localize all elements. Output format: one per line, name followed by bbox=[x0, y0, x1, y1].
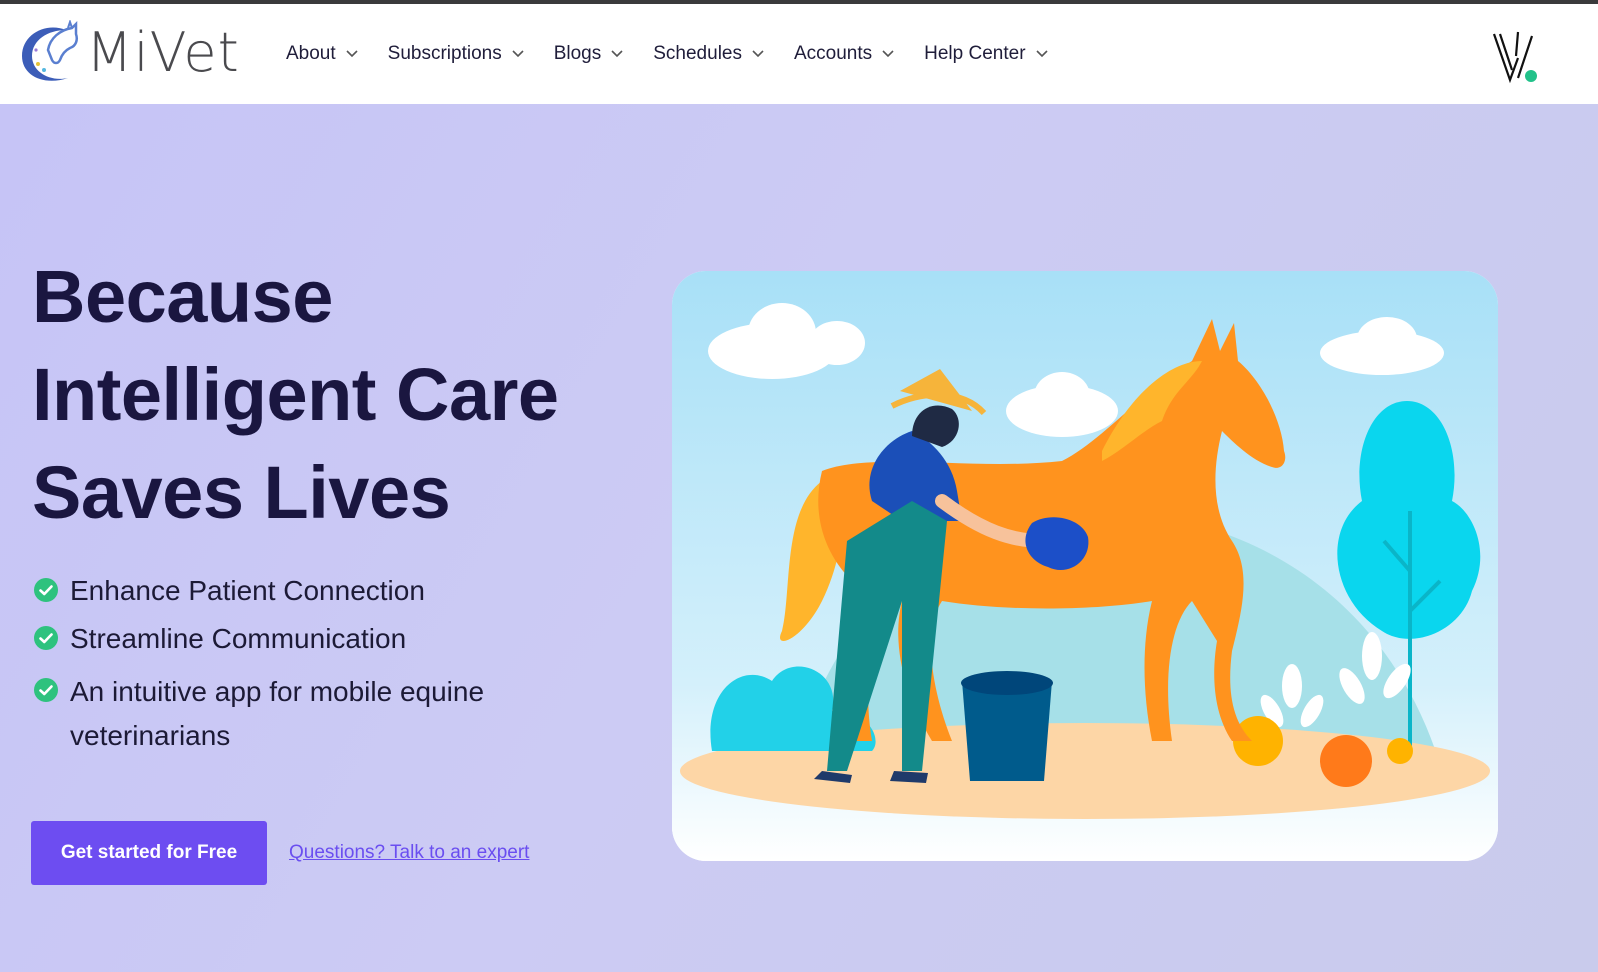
chevron-down-icon bbox=[882, 50, 894, 58]
feature-text: An intuitive app for mobile equine veter… bbox=[70, 676, 485, 751]
nav-item-about[interactable]: About bbox=[286, 43, 358, 65]
feature-text: Enhance Patient Connection bbox=[70, 575, 425, 606]
feature-text: Streamline Communication bbox=[70, 623, 407, 654]
get-started-button[interactable]: Get started for Free bbox=[31, 821, 267, 885]
nav-item-label: Blogs bbox=[553, 43, 602, 64]
chevron-down-icon bbox=[611, 50, 623, 58]
hero-illustration-card bbox=[672, 271, 1498, 861]
feature-list: Enhance Patient Connection Streamline Co… bbox=[34, 574, 594, 772]
top-navbar: MiVet About Subscriptions Blogs Schedule… bbox=[0, 4, 1598, 104]
feature-item: Streamline Communication bbox=[34, 622, 594, 656]
check-circle-icon bbox=[34, 578, 58, 602]
person-grooming-horse-illustration bbox=[672, 271, 1498, 861]
nav-item-accounts[interactable]: Accounts bbox=[794, 43, 894, 65]
check-circle-icon bbox=[34, 678, 58, 702]
check-circle-icon bbox=[34, 626, 58, 650]
feature-item: An intuitive app for mobile equine veter… bbox=[34, 670, 594, 758]
nav-item-label: Subscriptions bbox=[387, 43, 502, 64]
nav-item-subscriptions[interactable]: Subscriptions bbox=[388, 43, 524, 65]
nav-item-label: About bbox=[286, 43, 336, 64]
nav-item-label: Accounts bbox=[793, 43, 873, 64]
headline-line: Intelligent Care bbox=[32, 353, 559, 436]
chevron-down-icon bbox=[512, 50, 524, 58]
feature-item: Enhance Patient Connection bbox=[34, 574, 594, 608]
headline-line: Saves Lives bbox=[32, 451, 451, 534]
chevron-down-icon bbox=[1035, 50, 1048, 58]
talk-to-expert-link[interactable]: Questions? Talk to an expert bbox=[289, 842, 529, 864]
v-mark-icon[interactable] bbox=[1488, 28, 1544, 84]
hero-section: Because Intelligent Care Saves Lives Enh… bbox=[0, 104, 1598, 972]
nav-item-schedules[interactable]: Schedules bbox=[653, 43, 764, 65]
headline-line: Because bbox=[32, 255, 333, 338]
nav-item-label: Schedules bbox=[653, 43, 742, 64]
main-nav: About Subscriptions Blogs Schedules Acco… bbox=[286, 4, 1078, 104]
chevron-down-icon bbox=[752, 50, 764, 58]
nav-item-label: Help Center bbox=[924, 43, 1026, 64]
brand-logo[interactable]: MiVet bbox=[16, 18, 246, 88]
nav-item-blogs[interactable]: Blogs bbox=[554, 43, 624, 65]
brand-name: MiVet bbox=[86, 21, 240, 84]
horse-crescent-logo-icon bbox=[22, 20, 78, 81]
hero-headline: Because Intelligent Care Saves Lives bbox=[32, 248, 632, 542]
nav-item-help-center[interactable]: Help Center bbox=[924, 43, 1048, 65]
chevron-down-icon bbox=[346, 50, 358, 58]
